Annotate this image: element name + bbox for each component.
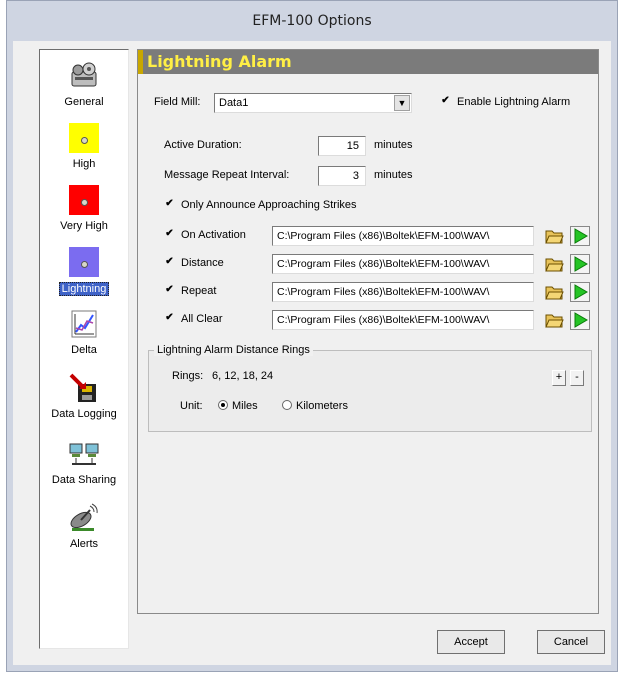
sidebar-item-label: Very High — [60, 220, 108, 232]
repeat-checkbox[interactable]: ✔ Repeat — [164, 283, 217, 297]
checkmark-icon: ✔ — [165, 283, 174, 295]
only-approaching-checkbox[interactable]: ✔ Only Announce Approaching Strikes — [164, 197, 357, 211]
unit-kilometers-radio[interactable]: Kilometers — [282, 400, 348, 412]
checkmark-icon: ✔ — [441, 94, 450, 106]
chevron-down-icon[interactable]: ▼ — [394, 95, 410, 111]
sidebar-item-label: Data Logging — [51, 408, 117, 420]
open-folder-icon[interactable] — [544, 310, 564, 330]
sound-label: All Clear — [181, 313, 223, 325]
play-icon[interactable] — [570, 226, 590, 246]
lightning-alarm-panel: Lightning Alarm Field Mill: Data1 ▼ ✔ Ena… — [137, 49, 599, 614]
unit-option-label: Kilometers — [296, 400, 348, 412]
options-window: EFM-100 Options General High Very High L… — [6, 0, 618, 672]
window-client: General High Very High Lightning Delta D… — [13, 41, 611, 665]
active-duration-label: Active Duration: — [164, 139, 242, 151]
red-swatch-icon — [69, 185, 99, 215]
sound-label: Distance — [181, 257, 224, 269]
on-activation-checkbox[interactable]: ✔ On Activation — [164, 227, 246, 241]
save-disk-icon — [68, 372, 100, 404]
sidebar-item-alerts[interactable]: Alerts — [40, 502, 128, 550]
remove-ring-button[interactable]: - — [570, 370, 584, 386]
satellite-dish-icon — [68, 502, 100, 534]
network-icon — [68, 438, 100, 470]
open-folder-icon[interactable] — [544, 254, 564, 274]
purple-swatch-icon — [69, 247, 99, 277]
checkmark-icon: ✔ — [165, 227, 174, 239]
sidebar-item-label: High — [72, 158, 96, 170]
radio-selected-icon — [218, 400, 228, 411]
checkmark-icon: ✔ — [165, 311, 174, 323]
distance-rings-group — [148, 350, 592, 432]
sidebar-item-delta[interactable]: Delta — [40, 308, 128, 356]
sidebar-item-general[interactable]: General — [40, 60, 128, 108]
enable-lightning-alarm-label: Enable Lightning Alarm — [457, 96, 571, 108]
play-icon[interactable] — [570, 310, 590, 330]
window-title: EFM-100 Options — [252, 13, 372, 29]
yellow-swatch-icon — [69, 123, 99, 153]
rings-label: Rings: — [172, 370, 204, 382]
repeat-interval-unit: minutes — [374, 169, 413, 181]
chart-icon — [68, 308, 100, 340]
play-icon[interactable] — [570, 282, 590, 302]
sidebar-item-label: Alerts — [69, 538, 99, 550]
enable-lightning-alarm-checkbox[interactable]: ✔ Enable Lightning Alarm — [440, 94, 571, 108]
radio-icon — [282, 400, 292, 411]
repeat-interval-label: Message Repeat Interval: — [164, 169, 290, 181]
sidebar-item-label: Lightning — [58, 282, 110, 296]
sound-label: Repeat — [181, 285, 217, 297]
sidebar-item-very-high[interactable]: Very High — [40, 184, 128, 232]
sidebar-item-lightning[interactable]: Lightning — [40, 246, 128, 296]
sidebar-item-data-sharing[interactable]: Data Sharing — [40, 438, 128, 486]
checkmark-icon: ✔ — [165, 255, 174, 267]
panel-title: Lightning Alarm — [138, 50, 598, 74]
field-mill-value: Data1 — [219, 97, 249, 109]
repeat-interval-input[interactable]: 3 — [318, 166, 366, 186]
category-sidebar: General High Very High Lightning Delta D… — [39, 49, 129, 649]
on-activation-path-input[interactable]: C:\Program Files (x86)\Boltek\EFM-100\WA… — [272, 226, 534, 246]
distance-path-input[interactable]: C:\Program Files (x86)\Boltek\EFM-100\WA… — [272, 254, 534, 274]
repeat-path-input[interactable]: C:\Program Files (x86)\Boltek\EFM-100\WA… — [272, 282, 534, 302]
unit-label: Unit: — [180, 400, 203, 412]
sidebar-item-high[interactable]: High — [40, 122, 128, 170]
unit-option-label: Miles — [232, 400, 258, 412]
all-clear-path-input[interactable]: C:\Program Files (x86)\Boltek\EFM-100\WA… — [272, 310, 534, 330]
unit-miles-radio[interactable]: Miles — [218, 400, 258, 412]
sidebar-item-label: Delta — [71, 344, 97, 356]
distance-checkbox[interactable]: ✔ Distance — [164, 255, 224, 269]
only-approaching-label: Only Announce Approaching Strikes — [181, 199, 357, 211]
checkmark-icon: ✔ — [165, 197, 174, 209]
gear-icon — [68, 60, 100, 92]
active-duration-unit: minutes — [374, 139, 413, 151]
sidebar-item-data-logging[interactable]: Data Logging — [40, 372, 128, 420]
accept-button[interactable]: Accept — [437, 630, 505, 654]
sidebar-item-label: Data Sharing — [51, 474, 117, 486]
field-mill-select[interactable]: Data1 ▼ — [214, 93, 412, 113]
add-ring-button[interactable]: + — [552, 370, 566, 386]
all-clear-checkbox[interactable]: ✔ All Clear — [164, 311, 223, 325]
cancel-button[interactable]: Cancel — [537, 630, 605, 654]
open-folder-icon[interactable] — [544, 282, 564, 302]
distance-rings-title: Lightning Alarm Distance Rings — [154, 344, 313, 356]
open-folder-icon[interactable] — [544, 226, 564, 246]
play-icon[interactable] — [570, 254, 590, 274]
field-mill-label: Field Mill: — [154, 96, 201, 108]
rings-value: 6, 12, 18, 24 — [212, 370, 274, 382]
active-duration-input[interactable]: 15 — [318, 136, 366, 156]
sidebar-item-label: General — [64, 96, 104, 108]
sound-label: On Activation — [181, 229, 246, 241]
